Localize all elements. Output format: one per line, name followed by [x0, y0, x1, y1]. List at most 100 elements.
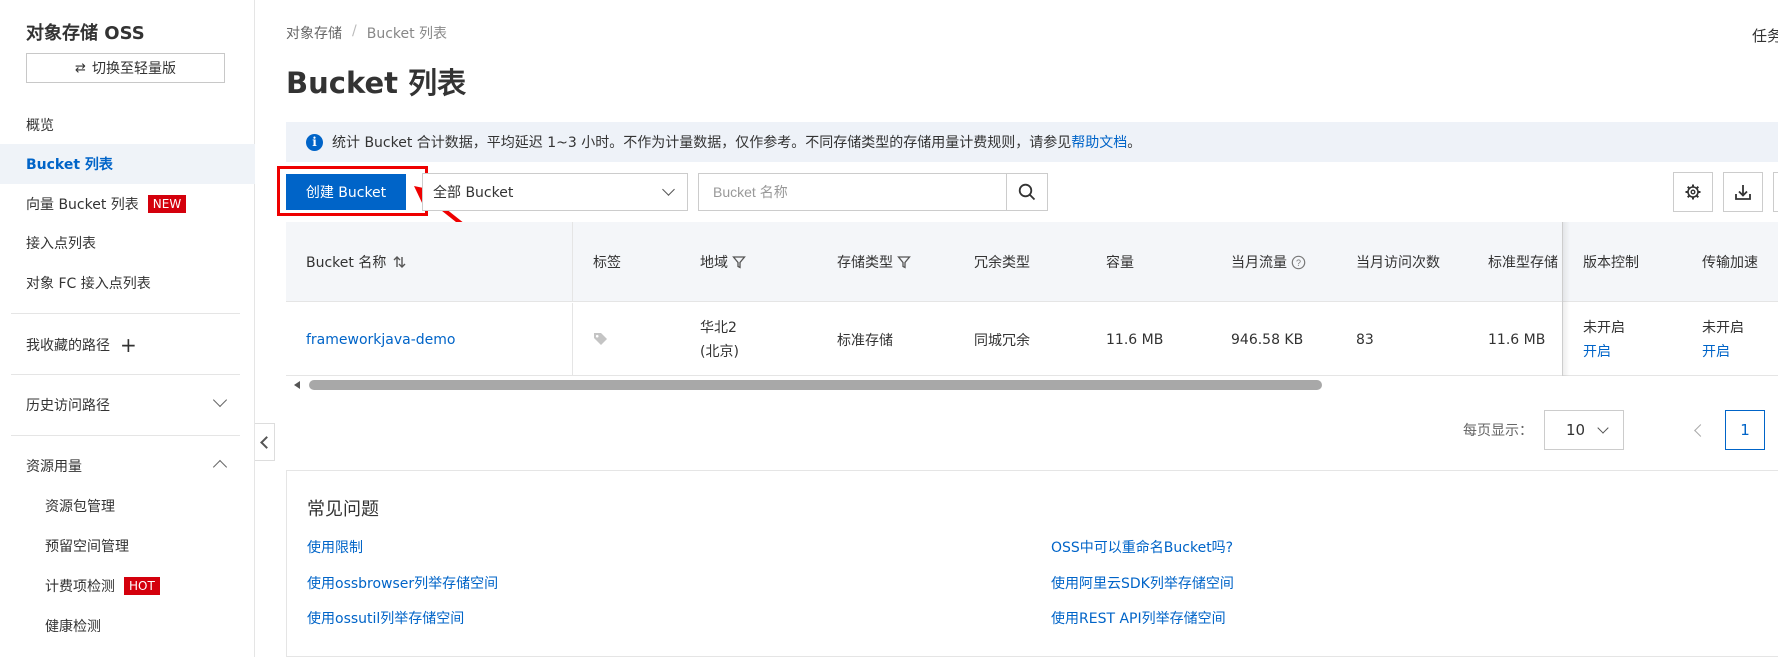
gear-icon — [1685, 184, 1701, 200]
column-header-traffic: 当月流量 ? — [1231, 222, 1306, 302]
breadcrumb-separator: / — [352, 23, 357, 39]
chevron-left-icon — [260, 435, 273, 449]
breadcrumb-root[interactable]: 对象存储 — [286, 23, 342, 43]
bucket-table: Bucket 名称 标签 地域 存储类型 冗余类型 容量 当月流量 ? 当月访问… — [286, 222, 1778, 376]
scrollbar-thumb[interactable] — [309, 380, 1322, 390]
capacity-cell: 11.6 MB — [1106, 331, 1164, 348]
filter-icon[interactable] — [897, 255, 911, 269]
new-badge: NEW — [147, 195, 187, 213]
region-cell: 华北2 (北京) — [700, 319, 739, 360]
add-favorite-icon[interactable]: + — [120, 333, 137, 357]
search-button[interactable] — [1006, 173, 1048, 211]
chevron-down-icon — [662, 183, 675, 196]
column-divider — [572, 303, 573, 376]
visits-cell: 83 — [1356, 331, 1374, 348]
sidebar-divider — [11, 313, 240, 314]
chevron-left-icon — [1693, 423, 1707, 437]
column-header-transfer-acceleration: 传输加速 — [1702, 255, 1758, 271]
tasks-link[interactable]: 任务 — [1752, 25, 1778, 46]
chevron-down-icon — [212, 392, 228, 408]
column-header-region[interactable]: 地域 — [700, 222, 746, 302]
page-number-button[interactable]: 1 — [1725, 410, 1765, 450]
sidebar: 对象存储 OSS ⇄ 切换至轻量版 概览 Bucket 列表 向量 Bucket… — [0, 0, 255, 657]
page-size-select[interactable]: 10 — [1544, 410, 1624, 450]
sidebar-item-overview[interactable]: 概览 — [0, 105, 255, 145]
breadcrumb: 对象存储 / Bucket 列表 — [286, 23, 447, 43]
enable-versioning-link[interactable]: 开启 — [1583, 340, 1611, 364]
notice-text: 统计 Bucket 合计数据，平均延迟 1~3 小时。不作为计量数据，仅作参考。… — [332, 135, 1072, 151]
page-title: Bucket 列表 — [286, 66, 467, 100]
sidebar-item-resource-packages[interactable]: 资源包管理 — [0, 486, 255, 526]
create-bucket-button[interactable]: 创建 Bucket — [286, 174, 406, 210]
acceleration-cell: 未开启 开启 — [1702, 303, 1744, 376]
faq-link[interactable]: 使用限制 — [307, 537, 363, 557]
scroll-left-icon[interactable] — [294, 381, 300, 389]
collapse-sidebar-button[interactable] — [255, 423, 275, 461]
bucket-filter-value: 全部 Bucket — [433, 185, 514, 201]
faq-link[interactable]: 使用REST API列举存储空间 — [1051, 608, 1226, 628]
horizontal-scrollbar[interactable] — [286, 378, 1778, 392]
standard-storage-cell: 11.6 MB — [1488, 331, 1546, 348]
filter-icon[interactable] — [732, 255, 746, 269]
storage-type-cell: 标准存储 — [837, 332, 893, 349]
column-header-name[interactable]: Bucket 名称 — [306, 222, 406, 302]
fixed-column-shadow — [1562, 222, 1570, 376]
download-button[interactable] — [1723, 172, 1763, 212]
more-button[interactable] — [1773, 172, 1778, 212]
tag-cell — [593, 303, 608, 376]
bucket-name-link[interactable]: frameworkjava-demo — [306, 303, 455, 376]
breadcrumb-current: Bucket 列表 — [366, 26, 448, 42]
sidebar-item-access-points[interactable]: 接入点列表 — [0, 223, 255, 263]
bucket-filter-select[interactable]: 全部 Bucket — [422, 173, 688, 211]
faq-link[interactable]: OSS中可以重命名Bucket吗? — [1051, 537, 1233, 557]
sidebar-item-resource-usage[interactable]: 资源用量 — [0, 446, 255, 486]
enable-acceleration-link[interactable]: 开启 — [1702, 340, 1730, 364]
sidebar-item-favorites[interactable]: 我收藏的路径 + — [0, 325, 255, 365]
svg-text:?: ? — [1296, 258, 1301, 268]
sidebar-item-reserved-space[interactable]: 预留空间管理 — [0, 526, 255, 566]
sidebar-item-bucket-list[interactable]: Bucket 列表 — [0, 144, 255, 184]
faq-link[interactable]: 使用ossutil列举存储空间 — [307, 608, 464, 628]
sidebar-item-fc-access-points[interactable]: 对象 FC 接入点列表 — [0, 263, 255, 303]
swap-icon: ⇄ — [75, 60, 86, 76]
hot-badge: HOT — [124, 577, 160, 595]
sidebar-item-health-check[interactable]: 健康检测 — [0, 606, 255, 646]
sort-icon[interactable] — [392, 255, 406, 269]
info-notice: i 统计 Bucket 合计数据，平均延迟 1~3 小时。不作为计量数据，仅作参… — [286, 122, 1778, 162]
faq-link[interactable]: 使用阿里云SDK列举存储空间 — [1051, 573, 1234, 593]
column-header-standard-storage: 标准型存储 — [1488, 255, 1558, 271]
product-title: 对象存储 OSS — [26, 23, 145, 44]
help-doc-link[interactable]: 帮助文档 — [1071, 132, 1127, 152]
info-icon: i — [306, 133, 323, 151]
notice-end: 。 — [1127, 135, 1142, 151]
switch-lite-button[interactable]: ⇄ 切换至轻量版 — [26, 53, 225, 83]
column-header-versioning: 版本控制 — [1583, 255, 1639, 271]
switch-lite-label: 切换至轻量版 — [91, 61, 176, 77]
versioning-cell: 未开启 开启 — [1583, 303, 1625, 376]
column-header-tags: 标签 — [593, 255, 621, 271]
column-header-visits: 当月访问次数 — [1356, 255, 1440, 271]
sidebar-item-history[interactable]: 历史访问路径 — [0, 385, 255, 425]
traffic-cell: 946.58 KB — [1231, 331, 1304, 348]
sidebar-item-vector-bucket-list[interactable]: 向量 Bucket 列表 NEW — [0, 184, 255, 224]
settings-button[interactable] — [1673, 172, 1713, 212]
versioning-status: 未开启 — [1583, 319, 1625, 336]
faq-link[interactable]: 使用ossbrowser列举存储空间 — [307, 573, 498, 593]
download-icon — [1735, 185, 1751, 200]
table-header: Bucket 名称 标签 地域 存储类型 冗余类型 容量 当月流量 ? 当月访问… — [286, 222, 1778, 302]
tag-icon[interactable] — [593, 332, 608, 347]
chevron-down-icon — [1597, 422, 1609, 434]
faq-title: 常见问题 — [307, 499, 379, 520]
sidebar-divider — [11, 374, 240, 375]
column-header-capacity: 容量 — [1106, 255, 1134, 271]
bucket-search-input[interactable] — [699, 174, 1009, 210]
table-row: frameworkjava-demo 华北2 (北京) 标准存储 同城冗余 11… — [286, 303, 1778, 376]
faq-panel: 常见问题 使用限制 OSS中可以重命名Bucket吗? 使用ossbrowser… — [286, 470, 1778, 657]
sidebar-divider — [11, 435, 240, 436]
previous-page-button[interactable] — [1683, 410, 1713, 450]
column-header-storage-type[interactable]: 存储类型 — [837, 222, 911, 302]
help-icon[interactable]: ? — [1291, 255, 1306, 270]
search-icon — [1018, 183, 1036, 201]
sidebar-item-billing-check[interactable]: 计费项检测 HOT — [0, 566, 255, 606]
acceleration-status: 未开启 — [1702, 319, 1744, 336]
